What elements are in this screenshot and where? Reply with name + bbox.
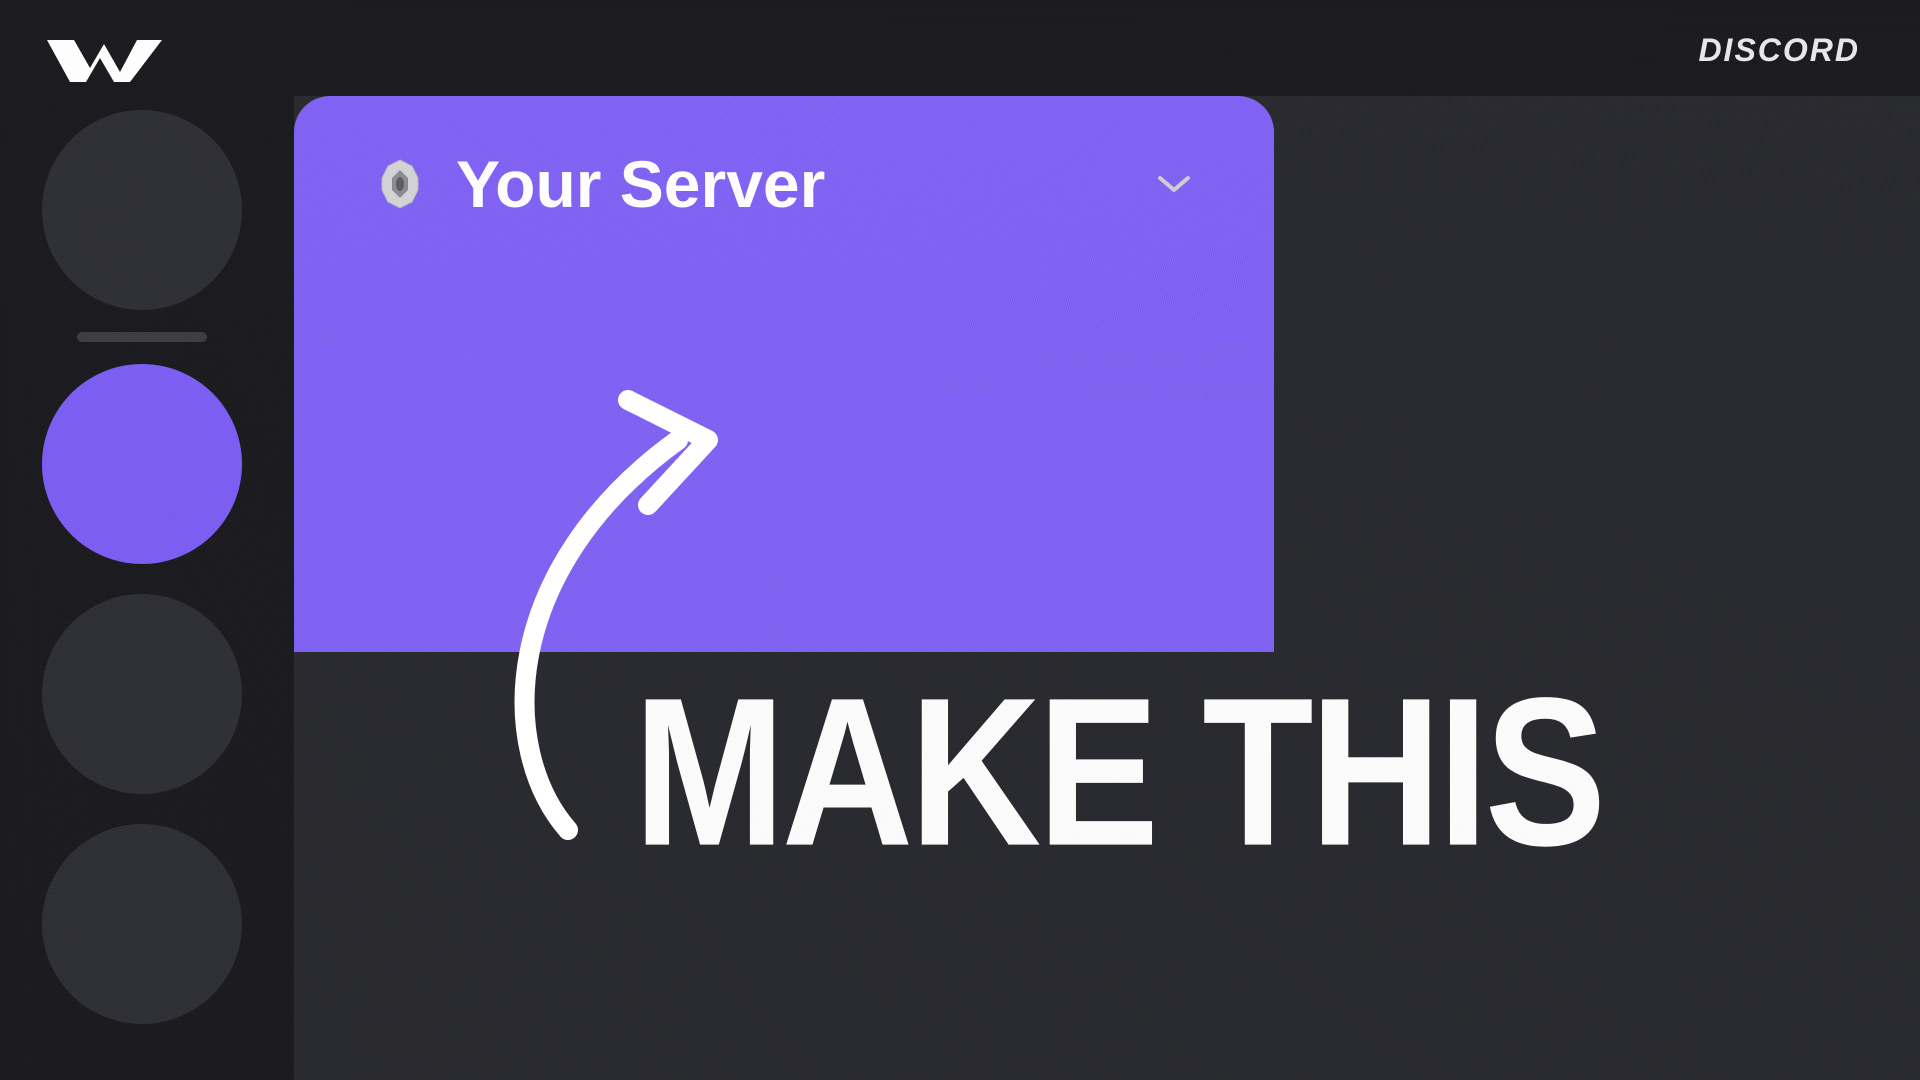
server-avatar[interactable] (42, 110, 242, 310)
sidebar-divider (77, 332, 207, 342)
arrow-annotation (478, 370, 818, 850)
app-label: DISCORD (1698, 32, 1860, 69)
server-sidebar (42, 110, 242, 1024)
server-name: Your Server (456, 146, 825, 222)
server-avatar-active[interactable] (42, 364, 242, 564)
server-header[interactable]: Your Server (372, 146, 1196, 222)
chevron-down-icon[interactable] (1152, 162, 1196, 206)
brand-logo (42, 32, 162, 84)
server-avatar[interactable] (42, 824, 242, 1024)
server-avatar[interactable] (42, 594, 242, 794)
server-boost-icon (372, 156, 428, 212)
